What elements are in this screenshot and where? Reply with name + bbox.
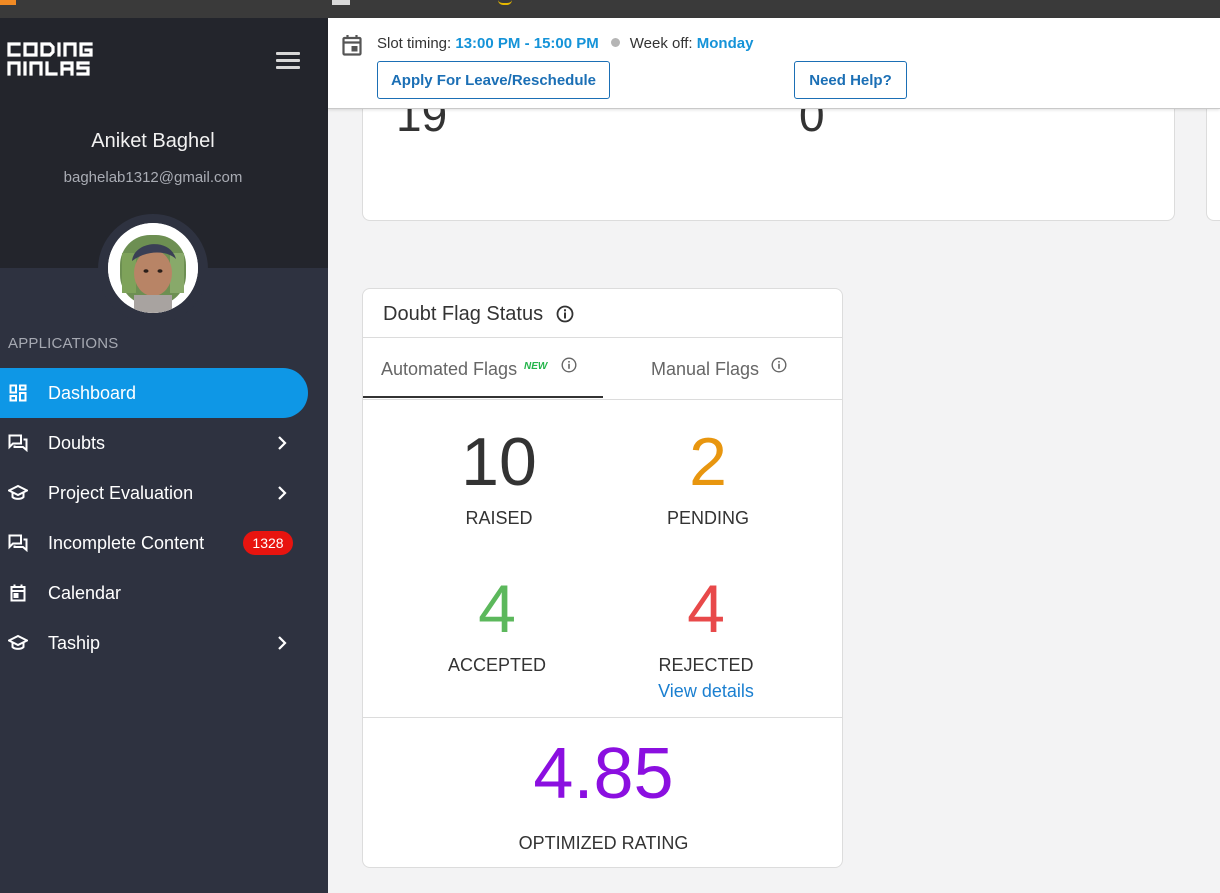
- dashboard-icon: [8, 383, 28, 403]
- slot-timing-label: Slot timing:: [377, 35, 452, 52]
- card-title: Doubt Flag Status: [383, 303, 544, 325]
- need-help-button[interactable]: Need Help?: [794, 61, 907, 99]
- tab-label: Automated Flags: [381, 359, 518, 379]
- sidebar-item-label: Doubts: [48, 432, 106, 453]
- sidebar-item-label: Calendar: [48, 582, 122, 603]
- sidebar-item-dashboard[interactable]: Dashboard: [0, 368, 308, 418]
- info-icon[interactable]: [561, 357, 577, 373]
- doubt-flag-status-card: Doubt Flag Status Automated Flags NEW Ma…: [362, 288, 843, 868]
- view-details-link[interactable]: View details: [606, 681, 806, 702]
- sidebar-item-taship[interactable]: Taship: [0, 618, 328, 668]
- stat-raised: 10 RAISED: [399, 422, 599, 529]
- count-badge: 1328: [243, 531, 293, 555]
- summary-card: 19 0: [362, 95, 1175, 221]
- browser-tab-strip: [0, 0, 1220, 18]
- tab-favicon[interactable]: [498, 0, 512, 5]
- tab-automated-flags[interactable]: Automated Flags NEW: [363, 338, 603, 399]
- sidebar: Aniket Baghel baghelab1312@gmail.com APP…: [0, 18, 328, 893]
- tab-label: Manual Flags: [651, 359, 760, 379]
- active-tab-indicator: [363, 396, 603, 398]
- chat-icon: [8, 533, 28, 553]
- info-icon[interactable]: [556, 305, 574, 323]
- chevron-right-icon[interactable]: [277, 485, 287, 501]
- pending-count: 2: [689, 424, 727, 500]
- new-tag: NEW: [524, 361, 548, 372]
- coding-ninjas-logo[interactable]: [6, 40, 106, 78]
- optimized-rating-label: OPTIMIZED RATING: [518, 833, 689, 853]
- sidebar-item-calendar[interactable]: Calendar: [0, 568, 328, 618]
- sidebar-item-incomplete-content[interactable]: Incomplete Content 1328: [0, 518, 328, 568]
- week-off-label: Week off:: [629, 35, 693, 52]
- sidebar-item-label: Project Evaluation: [48, 482, 194, 503]
- raised-count: 10: [461, 424, 537, 500]
- week-off-value: Monday: [696, 35, 754, 52]
- pending-label: PENDING: [666, 508, 749, 528]
- info-icon[interactable]: [771, 357, 787, 373]
- graduation-cap-icon: [8, 483, 28, 503]
- tab-favicon[interactable]: [332, 0, 350, 5]
- optimized-rating-value: 4.85: [533, 734, 674, 814]
- apply-leave-button[interactable]: Apply For Leave/Reschedule: [377, 61, 610, 99]
- summary-card-edge: [1206, 95, 1220, 221]
- slot-timing-value: 13:00 PM - 15:00 PM: [455, 35, 599, 52]
- stat-rejected: 4 REJECTED: [606, 569, 806, 676]
- divider: [363, 717, 842, 718]
- rejected-count: 4: [687, 571, 725, 647]
- sidebar-item-label: Taship: [48, 632, 101, 653]
- sidebar-item-doubts[interactable]: Doubts: [0, 418, 328, 468]
- user-name: Aniket Baghel: [91, 130, 215, 152]
- chat-icon: [8, 433, 28, 453]
- accepted-label: ACCEPTED: [447, 655, 546, 675]
- sidebar-nav: Dashboard Doubts Project Evaluation Inco…: [0, 368, 328, 668]
- separator-dot: [610, 38, 620, 47]
- chevron-right-icon[interactable]: [277, 435, 287, 451]
- chevron-right-icon[interactable]: [277, 635, 287, 651]
- divider: [363, 399, 842, 400]
- section-label-applications: APPLICATIONS: [8, 335, 119, 352]
- user-email: baghelab1312@gmail.com: [63, 169, 243, 186]
- tab-favicon[interactable]: [0, 0, 16, 5]
- accepted-count: 4: [478, 571, 516, 647]
- tab-manual-flags[interactable]: Manual Flags: [603, 338, 842, 399]
- hamburger-menu-icon[interactable]: [276, 52, 300, 70]
- calendar-icon: [342, 35, 362, 56]
- avatar[interactable]: [108, 223, 198, 313]
- slot-timing-line: Slot timing: 13:00 PM - 15:00 PM Week off…: [377, 35, 753, 52]
- sidebar-item-project-evaluation[interactable]: Project Evaluation: [0, 468, 328, 518]
- calendar-icon: [8, 583, 28, 603]
- schedule-header: Slot timing: 13:00 PM - 15:00 PM Week off…: [328, 18, 1220, 109]
- graduation-cap-icon: [8, 633, 28, 653]
- rejected-label: REJECTED: [658, 655, 754, 675]
- sidebar-item-label: Incomplete Content: [48, 532, 205, 553]
- stat-accepted: 4 ACCEPTED: [397, 569, 597, 676]
- stat-pending: 2 PENDING: [608, 422, 808, 529]
- raised-label: RAISED: [465, 508, 533, 528]
- sidebar-item-label: Dashboard: [48, 382, 137, 403]
